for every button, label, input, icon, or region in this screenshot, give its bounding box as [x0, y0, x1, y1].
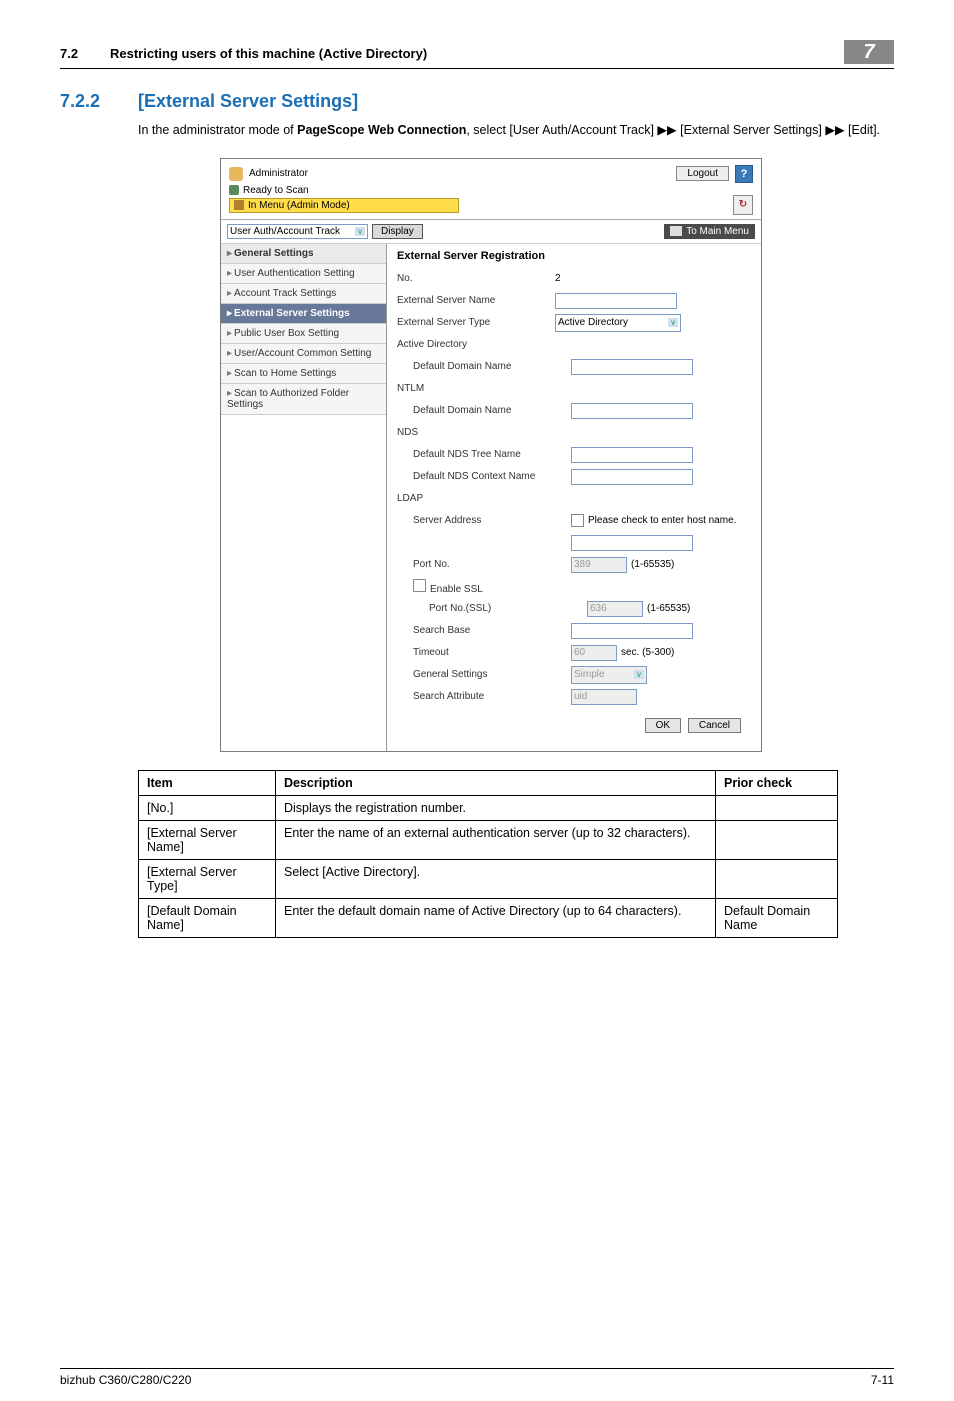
searchbase-input[interactable]	[571, 623, 693, 639]
chevron-down-icon: ∨	[355, 227, 365, 236]
panel-title: External Server Registration	[397, 248, 751, 268]
sslport-input[interactable]: 636	[587, 601, 643, 617]
sidebar-item-account[interactable]: ▸Account Track Settings	[221, 284, 386, 304]
servertype-label: External Server Type	[397, 317, 547, 328]
sidebar-item-userauth[interactable]: ▸User Authentication Setting	[221, 264, 386, 284]
sidebar-item-general[interactable]: ▸General Settings	[221, 244, 386, 264]
table-row: [Default Domain Name] Enter the default …	[139, 898, 838, 937]
nds-ctx-label: Default NDS Context Name	[397, 471, 563, 482]
ssl-checkbox[interactable]	[413, 579, 426, 592]
th-prior: Prior check	[716, 770, 838, 795]
footer-page: 7-11	[871, 1373, 894, 1387]
servername-input[interactable]	[555, 293, 677, 309]
chevron-down-icon: ∨	[668, 318, 678, 327]
nds-tree-label: Default NDS Tree Name	[397, 449, 563, 460]
table-row: [External Server Type] Select [Active Di…	[139, 859, 838, 898]
screenshot: Administrator Logout ? Ready to Scan In …	[220, 158, 762, 752]
admin-icon	[229, 167, 243, 181]
ntlm-domain-label: Default Domain Name	[397, 405, 563, 416]
admin-label: Administrator	[249, 168, 308, 179]
no-label: No.	[397, 273, 547, 284]
ad-domain-label: Default Domain Name	[397, 361, 563, 372]
mode-icon	[234, 200, 244, 210]
sslport-label: Port No.(SSL)	[397, 603, 579, 614]
chevron-down-icon: ∨	[634, 670, 644, 679]
port-range: (1-65535)	[631, 559, 674, 570]
serveraddr-label: Server Address	[397, 515, 563, 526]
cancel-button[interactable]: Cancel	[688, 718, 741, 733]
attr-input[interactable]: uid	[571, 689, 637, 705]
table-row: [External Server Name] Enter the name of…	[139, 820, 838, 859]
header-section: 7.2	[60, 46, 110, 61]
nds-ctx-input[interactable]	[571, 469, 693, 485]
sslport-range: (1-65535)	[647, 603, 690, 614]
status-icon	[229, 185, 239, 195]
ntlm-domain-input[interactable]	[571, 403, 693, 419]
th-desc: Description	[276, 770, 716, 795]
help-button[interactable]: ?	[735, 165, 753, 183]
hostname-check-label: Please check to enter host name.	[588, 515, 736, 526]
nds-tree-input[interactable]	[571, 447, 693, 463]
status-text: Ready to Scan	[243, 185, 309, 196]
attr-label: Search Attribute	[397, 691, 563, 702]
nds-heading: NDS	[397, 427, 547, 438]
logout-button[interactable]: Logout	[676, 166, 729, 181]
sidebar-item-scanhome[interactable]: ▸Scan to Home Settings	[221, 364, 386, 384]
chapter-badge: 7	[844, 40, 894, 64]
category-dropdown[interactable]: User Auth/Account Track∨	[227, 224, 368, 239]
ok-button[interactable]: OK	[645, 718, 681, 733]
servertype-select[interactable]: Active Directory∨	[555, 314, 681, 332]
sidebar-item-publicbox[interactable]: ▸Public User Box Setting	[221, 324, 386, 344]
hostname-checkbox[interactable]	[571, 514, 584, 527]
sidebar-item-scanauth[interactable]: ▸Scan to Authorized Folder Settings	[221, 384, 386, 415]
servername-label: External Server Name	[397, 295, 547, 306]
port-label: Port No.	[397, 559, 563, 570]
ssl-label: Enable SSL	[397, 579, 563, 595]
intro-text: In the administrator mode of PageScope W…	[138, 122, 894, 140]
display-button[interactable]: Display	[372, 224, 423, 239]
to-main-menu-button[interactable]: To Main Menu	[664, 224, 755, 239]
general-label: General Settings	[397, 669, 563, 680]
spec-table: Item Description Prior check [No.] Displ…	[138, 770, 838, 938]
serveraddr-input[interactable]	[571, 535, 693, 551]
footer-product: bizhub C360/C280/C220	[60, 1373, 191, 1387]
searchbase-label: Search Base	[397, 625, 563, 636]
timeout-unit: sec. (5-300)	[621, 647, 674, 658]
menu-icon	[670, 226, 682, 236]
ldap-heading: LDAP	[397, 493, 547, 504]
general-select[interactable]: Simple∨	[571, 666, 647, 684]
heading-title: [External Server Settings]	[138, 91, 358, 112]
sidebar: ▸General Settings ▸User Authentication S…	[221, 244, 387, 751]
heading-number: 7.2.2	[60, 91, 138, 112]
ad-domain-input[interactable]	[571, 359, 693, 375]
ad-heading: Active Directory	[397, 339, 547, 350]
timeout-input[interactable]: 60	[571, 645, 617, 661]
sidebar-item-external[interactable]: ▸External Server Settings	[221, 304, 386, 324]
mode-banner: In Menu (Admin Mode)	[229, 198, 459, 213]
th-item: Item	[139, 770, 276, 795]
sidebar-item-common[interactable]: ▸User/Account Common Setting	[221, 344, 386, 364]
table-row: [No.] Displays the registration number.	[139, 795, 838, 820]
port-input[interactable]: 389	[571, 557, 627, 573]
header-title: Restricting users of this machine (Activ…	[110, 46, 844, 61]
ntlm-heading: NTLM	[397, 383, 547, 394]
refresh-button[interactable]: ↻	[733, 195, 753, 215]
no-value: 2	[555, 273, 751, 284]
timeout-label: Timeout	[397, 647, 563, 658]
